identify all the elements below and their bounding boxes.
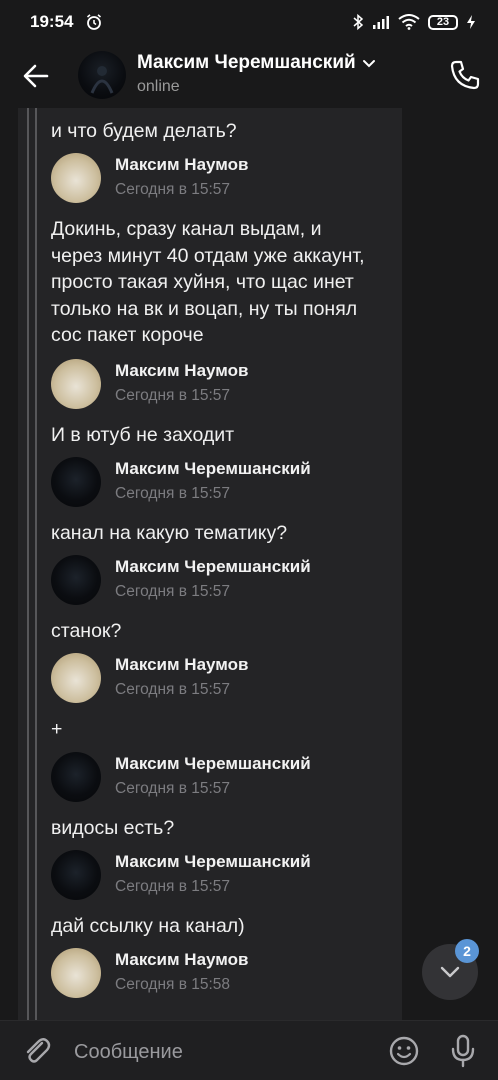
message-header: Максим Наумов Сегодня в 15:57 — [51, 359, 391, 409]
chat-header: Максим Черемшанский online — [0, 44, 498, 106]
avatar[interactable] — [78, 51, 126, 99]
message-time: Сегодня в 15:57 — [115, 780, 231, 797]
avatar[interactable] — [51, 153, 101, 203]
page-title[interactable]: Максим Черемшанский — [137, 52, 376, 74]
message-header: Максим Наумов Сегодня в 15:57 — [51, 653, 391, 703]
chevron-down-icon — [440, 966, 460, 978]
status-right: 23 — [352, 13, 476, 31]
sender-name: Максим Черемшанский — [115, 754, 311, 773]
message-text: дай ссылку на канал) — [51, 915, 245, 937]
presence-status: online — [137, 78, 180, 95]
message-input[interactable] — [72, 1035, 376, 1069]
header-title-block[interactable]: Максим Черемшанский online — [137, 52, 376, 96]
avatar[interactable] — [51, 359, 101, 409]
emoji-icon[interactable] — [388, 1035, 420, 1067]
avatar[interactable] — [51, 948, 101, 998]
avatar[interactable] — [51, 555, 101, 605]
message-header: Максим Черемшанский Сегодня в 15:57 — [51, 850, 391, 900]
status-bar: 19:54 23 — [0, 0, 498, 44]
thread-line-inner — [35, 108, 37, 1020]
avatar-figure — [90, 66, 114, 94]
bluetooth-icon — [353, 13, 364, 31]
sender-name: Максим Черемшанский — [115, 459, 311, 478]
message-time: Сегодня в 15:57 — [115, 583, 231, 600]
message-text: видосы есть? — [51, 817, 175, 839]
avatar[interactable] — [51, 653, 101, 703]
unread-badge: 2 — [455, 939, 479, 963]
message-header: Максим Наумов Сегодня в 15:57 — [51, 153, 391, 203]
contact-name: Максим Черемшанский — [137, 52, 356, 73]
sender-name: Максим Черемшанский — [115, 852, 311, 871]
wifi-icon — [398, 14, 420, 30]
back-arrow-icon[interactable] — [20, 60, 52, 92]
message-text: + — [51, 718, 63, 740]
sender-name: Максим Наумов — [115, 950, 249, 969]
message-header: Максим Черемшанский Сегодня в 15:57 — [51, 457, 391, 507]
sender-name: Максим Наумов — [115, 361, 249, 380]
message-text: И в ютуб не заходит — [51, 424, 235, 446]
message-time: Сегодня в 15:57 — [115, 878, 231, 895]
chevron-down-icon — [362, 60, 375, 68]
battery-level: 23 — [436, 16, 450, 28]
message-header: Максим Наумов Сегодня в 15:58 — [51, 948, 391, 998]
alarm-icon — [87, 14, 102, 30]
battery-icon: 23 — [428, 14, 458, 30]
sender-name: Максим Наумов — [115, 155, 249, 174]
avatar[interactable] — [51, 752, 101, 802]
message-time: Сегодня в 15:57 — [115, 681, 231, 698]
thread-guide — [27, 108, 39, 1020]
signal-icon — [373, 16, 389, 29]
message-text: канал на какую тематику? — [51, 522, 288, 544]
avatar[interactable] — [51, 457, 101, 507]
status-left: 19:54 — [30, 12, 103, 32]
thread-line-outer — [27, 108, 29, 1020]
sender-name: Максим Наумов — [115, 655, 249, 674]
paperclip-icon[interactable] — [20, 1034, 54, 1068]
message-header: Максим Черемшанский Сегодня в 15:57 — [51, 752, 391, 802]
message-text: Докинь, сразу канал выдам, и через минут… — [51, 218, 365, 346]
message-text: станок? — [51, 620, 122, 642]
avatar[interactable] — [51, 850, 101, 900]
status-time: 19:54 — [30, 12, 74, 31]
message-time: Сегодня в 15:58 — [115, 976, 231, 993]
message-text: и что будем делать? — [51, 120, 237, 142]
charging-icon — [467, 15, 475, 29]
message-time: Сегодня в 15:57 — [115, 387, 231, 404]
message-time: Сегодня в 15:57 — [115, 485, 231, 502]
phone-icon[interactable] — [448, 58, 482, 92]
message-time: Сегодня в 15:57 — [115, 181, 231, 198]
message-composer — [0, 1020, 498, 1080]
forwarded-thread[interactable]: и что будем делать? Максим Наумов Сегодн… — [18, 108, 402, 1020]
message-header: Максим Черемшанский Сегодня в 15:57 — [51, 555, 391, 605]
sender-name: Максим Черемшанский — [115, 557, 311, 576]
microphone-icon[interactable] — [448, 1034, 478, 1068]
